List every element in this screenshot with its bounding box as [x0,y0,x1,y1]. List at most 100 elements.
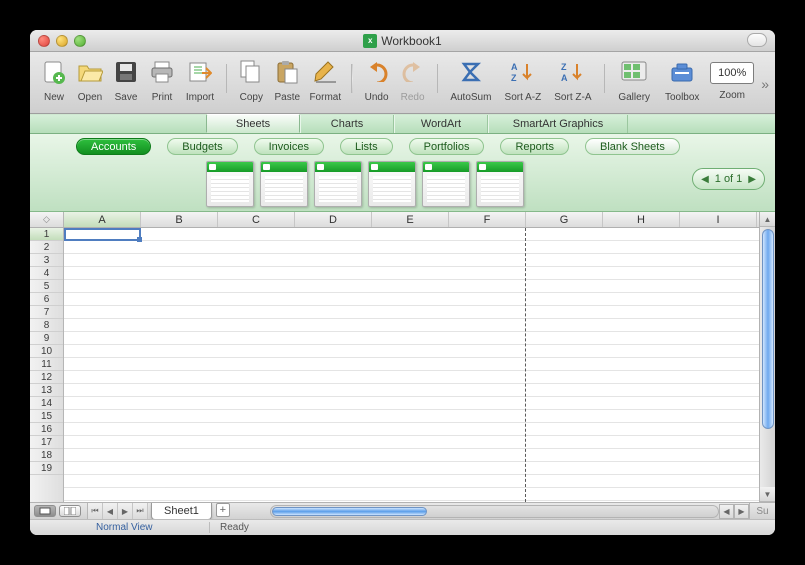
category-lists[interactable]: Lists [340,138,393,155]
scroll-down-icon[interactable]: ▼ [760,487,775,502]
row-header[interactable]: 18 [30,449,63,462]
template-thumbnail[interactable] [476,161,524,207]
row-header[interactable]: 15 [30,410,63,423]
save-button[interactable]: Save [108,54,144,113]
row-header[interactable]: 16 [30,423,63,436]
pager-next-icon[interactable]: ▶ [748,174,756,185]
row-header[interactable]: 7 [30,306,63,319]
category-invoices[interactable]: Invoices [254,138,324,155]
scroll-right-icon[interactable]: ▶ [734,504,749,519]
toolbar-toggle-button[interactable] [747,33,767,47]
pager-prev-icon[interactable]: ◀ [701,174,709,185]
paste-icon [273,58,301,86]
row-header[interactable]: 10 [30,345,63,358]
format-button[interactable]: Format [305,54,345,113]
row-header[interactable]: 13 [30,384,63,397]
first-sheet-button[interactable]: ⏮ [88,503,103,520]
row-header[interactable]: 2 [30,241,63,254]
template-thumbnail[interactable] [368,161,416,207]
horizontal-scrollbar[interactable]: ◀ ▶ [270,503,749,519]
copy-button[interactable]: Copy [233,54,269,113]
save-icon [112,58,140,86]
column-header[interactable]: B [141,212,218,227]
redo-icon [399,58,427,86]
gallery-pager: ◀ 1 of 1 ▶ [692,168,765,190]
next-sheet-button[interactable]: ▶ [118,503,133,520]
sort-az-button[interactable]: AZ Sort A-Z [498,54,548,113]
zoom-control[interactable]: 100% Zoom [707,54,757,113]
column-header[interactable]: D [295,212,372,227]
minimize-button[interactable] [56,35,68,47]
new-button[interactable]: New [36,54,72,113]
app-icon: x [363,34,377,48]
vertical-scrollbar[interactable]: ▲ ▼ [759,212,775,502]
template-thumbnail[interactable] [206,161,254,207]
page-layout-view-button[interactable] [59,505,81,517]
row-header[interactable]: 17 [30,436,63,449]
scroll-left-icon[interactable]: ◀ [719,504,734,519]
import-button[interactable]: Import [180,54,220,113]
row-header[interactable]: 19 [30,462,63,475]
row-header[interactable]: 9 [30,332,63,345]
template-thumbnail[interactable] [260,161,308,207]
row-header[interactable]: 6 [30,293,63,306]
column-header[interactable]: H [603,212,680,227]
add-sheet-button[interactable]: + [216,503,230,517]
column-header[interactable]: E [372,212,449,227]
autocalc-label[interactable]: Su [749,503,775,519]
sheet-nav: ⏮ ◀ ▶ ⏭ [88,503,148,519]
sort-za-icon: ZA [559,58,587,86]
normal-view-button[interactable] [34,505,56,517]
gallery-templates: ◀ 1 of 1 ▶ [30,156,775,211]
row-header[interactable]: 12 [30,371,63,384]
row-header[interactable]: 11 [30,358,63,371]
scroll-up-icon[interactable]: ▲ [760,212,775,227]
row-header[interactable]: 8 [30,319,63,332]
category-portfolios[interactable]: Portfolios [409,138,485,155]
ribbon-tab-charts[interactable]: Charts [300,115,394,133]
column-header[interactable]: I [680,212,757,227]
column-header[interactable]: F [449,212,526,227]
column-header[interactable]: G [526,212,603,227]
row-header[interactable]: 5 [30,280,63,293]
ribbon-tab-wordart[interactable]: WordArt [394,115,488,133]
prev-sheet-button[interactable]: ◀ [103,503,118,520]
row-header[interactable]: 4 [30,267,63,280]
select-all-corner[interactable]: ◇ [30,212,64,227]
cell-grid[interactable] [64,228,759,502]
row-header[interactable]: 3 [30,254,63,267]
gallery-categories: Accounts Budgets Invoices Lists Portfoli… [30,134,775,156]
zoom-button[interactable] [74,35,86,47]
template-thumbnail[interactable] [422,161,470,207]
open-button[interactable]: Open [72,54,108,113]
toolbar-overflow-button[interactable]: » [761,76,769,92]
print-button[interactable]: Print [144,54,180,113]
zoom-value[interactable]: 100% [710,62,754,84]
column-header[interactable]: C [218,212,295,227]
toolbox-button[interactable]: Toolbox [657,54,707,113]
category-accounts[interactable]: Accounts [76,138,151,155]
category-reports[interactable]: Reports [500,138,569,155]
row-header[interactable]: 1 [30,228,63,241]
paste-button[interactable]: Paste [269,54,305,113]
gallery-button[interactable]: Gallery [611,54,657,113]
close-button[interactable] [38,35,50,47]
ribbon-tab-sheets[interactable]: Sheets [206,114,300,133]
ribbon-tab-smartart[interactable]: SmartArt Graphics [488,115,628,133]
sheet-tab[interactable]: Sheet1 [151,503,212,520]
redo-button[interactable]: Redo [395,54,431,113]
autosum-button[interactable]: AutoSum [444,54,498,113]
print-icon [148,58,176,86]
new-icon [40,58,68,86]
scroll-thumb[interactable] [762,229,774,429]
row-header[interactable]: 14 [30,397,63,410]
undo-button[interactable]: Undo [359,54,395,113]
import-icon [186,58,214,86]
scroll-thumb[interactable] [272,507,427,516]
column-header[interactable]: A [64,212,141,227]
category-blank-sheets[interactable]: Blank Sheets [585,138,680,155]
category-budgets[interactable]: Budgets [167,138,237,155]
sort-za-button[interactable]: ZA Sort Z-A [548,54,598,113]
last-sheet-button[interactable]: ⏭ [133,503,148,520]
template-thumbnail[interactable] [314,161,362,207]
